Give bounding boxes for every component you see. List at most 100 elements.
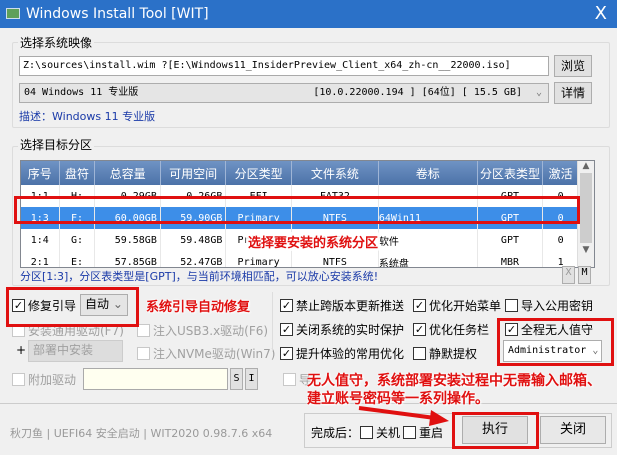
table-cell: 0.26GB [160,185,227,207]
window-title: Windows Install Tool [WIT] [26,6,209,22]
table-cell: 系统盘 [378,251,478,267]
extra-drivers-checkbox[interactable]: 附加驱动 [12,371,76,388]
table-cell: 1:4 [21,229,60,251]
nvme-checkbox[interactable]: 注入NVMe驱动(Win7) [137,345,275,362]
close-icon[interactable]: X [595,0,607,28]
deploy-value: 部署中安装 [33,343,94,357]
annotation-select-partition: 选择要安装的系统分区 [246,232,381,251]
column-header[interactable]: 可用空间 [160,161,227,185]
image-description: 描述：Windows 11 专业版 [19,110,156,123]
image-path-input[interactable]: Z:\sources\install.wim ?[E:\Windows11_In… [19,56,549,76]
install-drivers-label: 安装通用驱动(F7) [28,324,124,338]
partition-status: 分区[1:3]，分区表类型是[GPT]，与当前环境相匹配，可以放心安装系统! [20,270,379,283]
account-select[interactable]: Administrator ⌄ [503,340,602,362]
repair-mode-value: 自动 [85,297,110,311]
table-cell: E: [59,251,96,267]
chevron-down-icon: ⌄ [592,345,599,356]
s-button[interactable]: S [230,368,243,390]
install-drivers-checkbox[interactable]: 安装通用驱动(F7) [12,322,124,339]
import-key-checkbox[interactable]: 导入公用密钥 [505,297,593,314]
opt-start-label: 优化开始菜单 [429,299,502,313]
app-icon [6,8,20,19]
table-cell: FAT32 [291,185,379,207]
close-button[interactable]: 关闭 [540,416,606,444]
table-row[interactable]: 2:1 E: 57.85GB 52.47GB Primary NTFS 系统盘 MBR 1 [21,251,579,267]
scroll-thumb[interactable] [580,173,592,243]
table-cell: 1:3 [21,207,60,229]
common-opt-label: 提升体验的常用优化 [296,347,405,361]
edition-info: [10.0.22000.194 ] [64位] [ 15.5 GB] [313,87,522,98]
i-button[interactable]: I [245,368,258,390]
arrow-icon [358,406,449,426]
table-cell: G: [59,229,96,251]
annotation-boot-repair: 系统引导自动修复 [146,300,251,315]
column-header[interactable]: 序号 [21,161,60,185]
table-cell: 0 [542,185,579,207]
image-group-label: 选择系统映像 [18,34,95,51]
table-cell: NTFS [291,251,379,267]
column-header[interactable]: 盘符 [59,161,96,185]
table-cell: 0 [542,207,579,229]
deploy-select[interactable]: 部署中安装 [28,340,123,362]
table-cell [378,185,478,207]
table-cell: F: [59,207,96,229]
column-header[interactable]: 分区表类型 [477,161,544,185]
opt-taskbar-label: 优化任务栏 [429,323,490,337]
edition-select[interactable]: 04 Windows 11 专业版 [10.0.22000.194 ] [64位… [19,83,549,103]
table-cell: GPT [477,207,544,229]
opt-start-checkbox[interactable]: ✓ 优化开始菜单 [413,297,501,314]
footer-status: 秋刀鱼 | UEFI64 安全启动 | WIT2020 0.98.7.6 x64 [10,427,273,440]
disable-protection-checkbox[interactable]: ✓ 关闭系统的实时保护 [280,321,404,338]
annotation-line-1: 无人值守，系统部署安装过程中无需输入邮箱、 [307,373,601,389]
repair-boot-label: 修复引导 [28,299,77,313]
repair-boot-checkbox[interactable]: ✓ 修复引导 [12,297,76,314]
unattended-checkbox[interactable]: ✓ 全程无人值守 [505,321,593,338]
block-update-checkbox[interactable]: ✓ 禁止跨版本更新推送 [280,297,404,314]
m-button[interactable]: M [578,266,591,284]
scrollbar[interactable]: ▲ ▼ [577,161,594,267]
chevron-down-icon: ⌄ [112,297,123,311]
table-cell: Primary [225,207,292,229]
extra-drivers-label: 附加驱动 [28,373,77,387]
table-cell: 59.90GB [160,207,227,229]
table-cell: 软件 [378,229,478,251]
scroll-down-icon[interactable]: ▼ [578,245,594,255]
column-header[interactable]: 文件系统 [291,161,379,185]
table-cell: H: [59,185,96,207]
silent-label: 静默提权 [429,347,478,361]
repair-mode-select[interactable]: 自动 ⌄ [80,294,128,316]
execute-button[interactable]: 执行 [462,416,528,444]
table-cell: 57.85GB [94,251,161,267]
opt-taskbar-checkbox[interactable]: ✓ 优化任务栏 [413,321,489,338]
table-cell: 52.47GB [160,251,227,267]
column-header[interactable]: 卷标 [378,161,478,185]
column-header[interactable]: 分区类型 [225,161,292,185]
unattended-label: 全程无人值守 [521,323,594,337]
browse-button[interactable]: 浏览 [554,55,592,77]
x-button[interactable]: X [562,266,575,284]
column-header[interactable]: 激活 [542,161,579,185]
chevron-down-icon: ⌄ [535,87,542,98]
scroll-up-icon[interactable]: ▲ [578,161,594,171]
after-label: 完成后： [311,426,360,440]
details-button[interactable]: 详情 [554,82,592,104]
silent-checkbox[interactable]: 静默提权 [413,345,477,362]
table-cell: 59.58GB [94,229,161,251]
nvme-label: 注入NVMe驱动(Win7) [153,347,276,361]
usb3-label: 注入USB3.x驱动(F6) [153,324,269,338]
common-opt-checkbox[interactable]: ✓ 提升体验的常用优化 [280,345,404,362]
table-cell: MBR [477,251,544,267]
plus-button[interactable]: + [16,343,26,357]
usb3-checkbox[interactable]: 注入USB3.x驱动(F6) [137,322,268,339]
table-cell: 64Win11 [378,207,478,229]
table-row[interactable]: 1:1 H: 0.29GB 0.26GB EFI FAT32 GPT 0 [21,185,579,207]
table-row[interactable]: 1:3 F: 60.00GB 59.90GB Primary NTFS 64Win11 GPT… [21,207,579,229]
edition-name: 04 Windows 11 专业版 [24,87,139,98]
disable-protection-label: 关闭系统的实时保护 [296,323,405,337]
extra-drivers-input[interactable] [83,368,228,390]
table-cell: GPT [477,185,544,207]
column-header[interactable]: 总容量 [94,161,161,185]
import-key-label: 导入公用密钥 [521,299,594,313]
partition-table[interactable]: 序号 盘符 总容量 可用空间 分区类型 文件系统 卷标 分区表类型 激活 1:1 H: 0.29GB 0… [20,160,595,268]
account-value: Administrator [508,345,587,356]
